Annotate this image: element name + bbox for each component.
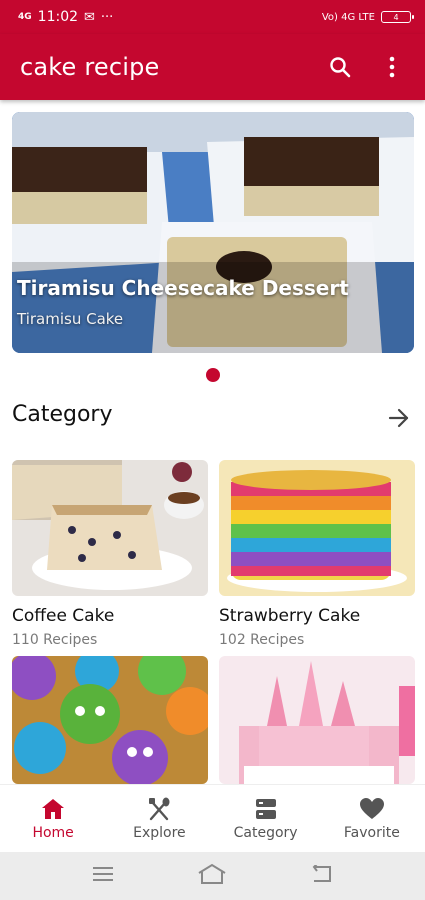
home-button-icon[interactable] [197, 863, 227, 889]
app-actions [327, 54, 405, 80]
category-count: 110 Recipes [12, 632, 98, 648]
category-count: 102 Recipes [219, 632, 305, 648]
search-icon[interactable] [327, 54, 353, 80]
menu-icon[interactable] [92, 866, 114, 886]
app-bar: cake recipe [0, 34, 425, 100]
signal-badge: Vo) 4G LTE [321, 11, 375, 23]
heart-icon [359, 797, 384, 819]
notification-icon: ✉ [84, 9, 95, 25]
category-name: Coffee Cake [12, 606, 115, 626]
category-image [219, 656, 415, 784]
app-title: cake recipe [20, 53, 160, 81]
category-card[interactable]: Strawberry Cake 102 Recipes [219, 460, 415, 648]
banner-title: Tiramisu Cheesecake Dessert [17, 276, 349, 300]
section-title: Category [12, 402, 113, 427]
network-badge: 4G [18, 12, 32, 22]
category-icon [255, 798, 276, 819]
nav-category[interactable]: Category [213, 785, 319, 852]
nav-explore[interactable]: Explore [106, 785, 212, 852]
back-icon[interactable] [310, 863, 334, 887]
category-name: Strawberry Cake [219, 606, 361, 626]
nav-home[interactable]: Home [0, 785, 106, 852]
battery-icon: 4 [381, 11, 414, 23]
banner-subtitle: Tiramisu Cake [17, 310, 124, 328]
more-notifications-icon: ··· [100, 9, 114, 25]
arrow-right-icon[interactable] [386, 405, 412, 431]
battery-level: 4 [393, 12, 399, 22]
nav-home-label: Home [32, 824, 74, 841]
home-icon [42, 798, 65, 819]
category-image [12, 656, 208, 784]
category-image [12, 460, 208, 596]
nav-favorite-label: Favorite [343, 824, 400, 841]
status-right: Vo) 4G LTE 4 [321, 11, 414, 23]
status-left: 4G 11:02 ✉ ··· [18, 9, 113, 25]
fork-knife-icon [149, 797, 170, 820]
nav-explore-label: Explore [133, 824, 186, 841]
system-navigation-bar [0, 852, 425, 900]
bottom-navigation: Home Explore Category Favorite [0, 784, 425, 852]
category-card[interactable]: Coffee Cake 110 Recipes [12, 460, 208, 648]
nav-favorite[interactable]: Favorite [319, 785, 425, 852]
category-image [219, 460, 415, 596]
clock: 11:02 [37, 9, 79, 25]
nav-category-label: Category [233, 824, 298, 841]
status-bar: 4G 11:02 ✉ ··· Vo) 4G LTE 4 [0, 0, 425, 34]
carousel-indicator[interactable] [206, 368, 220, 382]
more-vert-icon[interactable] [379, 54, 405, 80]
category-card[interactable] [219, 656, 415, 794]
category-card[interactable] [12, 656, 208, 794]
